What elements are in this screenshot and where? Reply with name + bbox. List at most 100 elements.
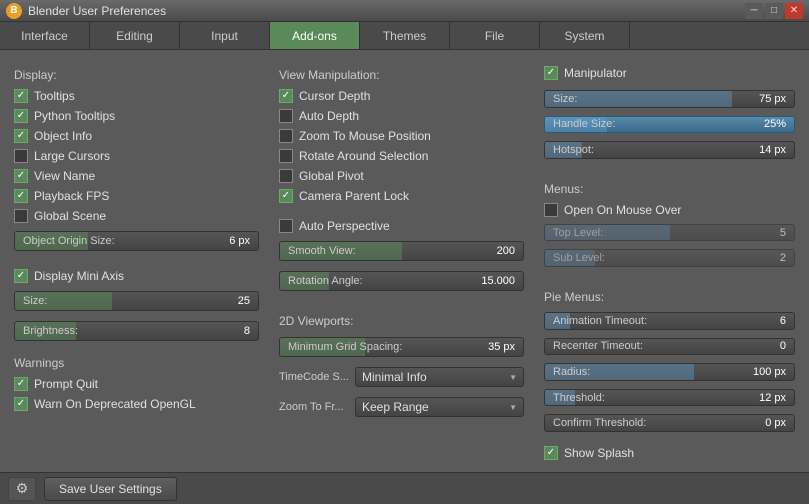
rotation-angle-row[interactable]: Rotation Angle: 15.000	[279, 271, 524, 291]
handle-size-slider[interactable]: Handle Size: 25%	[544, 116, 795, 134]
camera-parent-lock-row[interactable]: Camera Parent Lock	[279, 188, 524, 204]
auto-depth-checkbox[interactable]	[279, 109, 293, 123]
rotation-angle-slider[interactable]: Rotation Angle: 15.000	[279, 271, 524, 291]
zoom-to-fr-label: Zoom To Fr...	[279, 401, 349, 413]
tab-file[interactable]: File	[450, 22, 540, 49]
rotate-around-selection-checkbox[interactable]	[279, 149, 293, 163]
auto-depth-label: Auto Depth	[299, 109, 359, 123]
large-cursors-row[interactable]: Large Cursors	[14, 148, 259, 164]
timecode-dropdown[interactable]: Minimal Info ▼	[355, 367, 524, 387]
view-name-row[interactable]: View Name	[14, 168, 259, 184]
warn-deprecated-checkbox[interactable]	[14, 397, 28, 411]
python-tooltips-checkbox[interactable]	[14, 109, 28, 123]
warn-deprecated-label: Warn On Deprecated OpenGL	[34, 397, 196, 411]
show-splash-label: Show Splash	[564, 446, 634, 460]
tab-addons[interactable]: Add-ons	[270, 22, 360, 49]
tab-input[interactable]: Input	[180, 22, 270, 49]
prompt-quit-checkbox[interactable]	[14, 377, 28, 391]
viewports-2d-label: 2D Viewports:	[279, 314, 524, 328]
view-name-checkbox[interactable]	[14, 169, 28, 183]
confirm-threshold-slider[interactable]: Confirm Threshold: 0 px	[544, 414, 795, 432]
zoom-to-fr-row[interactable]: Zoom To Fr... Keep Range ▼	[279, 397, 524, 417]
manipulator-checkbox[interactable]	[544, 66, 558, 80]
info-icon: ⚙	[16, 480, 29, 497]
tab-themes[interactable]: Themes	[360, 22, 450, 49]
open-on-mouse-over-label: Open On Mouse Over	[564, 203, 681, 217]
brightness-slider[interactable]: Brightness: 8	[14, 321, 259, 341]
tooltips-row[interactable]: Tooltips	[14, 88, 259, 104]
brightness-row[interactable]: Brightness: 8	[14, 321, 259, 341]
auto-persp-row[interactable]: Auto Perspective	[279, 218, 524, 234]
object-origin-slider[interactable]: Object Origin Size: 6 px	[14, 231, 259, 251]
cursor-depth-row[interactable]: Cursor Depth	[279, 88, 524, 104]
timecode-arrow-icon: ▼	[509, 373, 517, 382]
title-bar: B Blender User Preferences ─ □ ✕	[0, 0, 809, 22]
object-info-checkbox[interactable]	[14, 129, 28, 143]
close-button[interactable]: ✕	[785, 3, 803, 19]
auto-persp-checkbox[interactable]	[279, 219, 293, 233]
open-on-mouse-over-row[interactable]: Open On Mouse Over	[544, 202, 795, 218]
zoom-to-fr-dropdown[interactable]: Keep Range ▼	[355, 397, 524, 417]
global-pivot-label: Global Pivot	[299, 169, 364, 183]
smooth-view-slider[interactable]: Smooth View: 200	[279, 241, 524, 261]
recenter-timeout-slider[interactable]: Recenter Timeout: 0	[544, 338, 795, 356]
tab-system[interactable]: System	[540, 22, 630, 49]
tab-interface[interactable]: Interface	[0, 22, 90, 49]
min-grid-row[interactable]: Minimum Grid Spacing: 35 px	[279, 337, 524, 357]
object-origin-row[interactable]: Object Origin Size: 6 px	[14, 231, 259, 251]
size-slider[interactable]: Size: 25	[14, 291, 259, 311]
warn-deprecated-row[interactable]: Warn On Deprecated OpenGL	[14, 396, 259, 412]
global-scene-row[interactable]: Global Scene	[14, 208, 259, 224]
prompt-quit-row[interactable]: Prompt Quit	[14, 376, 259, 392]
display-mini-axis-label: Display Mini Axis	[34, 269, 124, 283]
column-view: View Manipulation: Cursor Depth Auto Dep…	[279, 62, 524, 460]
save-button[interactable]: Save User Settings	[44, 477, 177, 501]
display-mini-axis-row[interactable]: Display Mini Axis	[14, 268, 259, 284]
rotate-around-selection-row[interactable]: Rotate Around Selection	[279, 148, 524, 164]
timecode-row[interactable]: TimeCode S... Minimal Info ▼	[279, 367, 524, 387]
top-level-slider[interactable]: Top Level: 5	[544, 224, 795, 242]
minimize-button[interactable]: ─	[745, 3, 763, 19]
global-pivot-checkbox[interactable]	[279, 169, 293, 183]
show-splash-checkbox[interactable]	[544, 446, 558, 460]
camera-parent-lock-label: Camera Parent Lock	[299, 189, 409, 203]
zoom-to-mouse-checkbox[interactable]	[279, 129, 293, 143]
object-info-row[interactable]: Object Info	[14, 128, 259, 144]
hotspot-slider[interactable]: Hotspot: 14 px	[544, 141, 795, 159]
manip-size-slider[interactable]: Size: 75 px	[544, 90, 795, 108]
open-on-mouse-over-checkbox[interactable]	[544, 203, 558, 217]
show-splash-row[interactable]: Show Splash	[544, 446, 795, 460]
tab-editing[interactable]: Editing	[90, 22, 180, 49]
maximize-button[interactable]: □	[765, 3, 783, 19]
python-tooltips-row[interactable]: Python Tooltips	[14, 108, 259, 124]
sub-level-slider[interactable]: Sub Level: 2	[544, 249, 795, 267]
global-scene-checkbox[interactable]	[14, 209, 28, 223]
zoom-to-fr-arrow-icon: ▼	[509, 403, 517, 412]
display-mini-axis-checkbox[interactable]	[14, 269, 28, 283]
playback-fps-label: Playback FPS	[34, 189, 109, 203]
large-cursors-checkbox[interactable]	[14, 149, 28, 163]
threshold-slider[interactable]: Threshold: 12 px	[544, 389, 795, 407]
playback-fps-checkbox[interactable]	[14, 189, 28, 203]
view-manip-label: View Manipulation:	[279, 68, 524, 82]
min-grid-slider[interactable]: Minimum Grid Spacing: 35 px	[279, 337, 524, 357]
auto-depth-row[interactable]: Auto Depth	[279, 108, 524, 124]
tooltips-checkbox[interactable]	[14, 89, 28, 103]
footer-icon-button[interactable]: ⚙	[8, 477, 36, 501]
cursor-depth-label: Cursor Depth	[299, 89, 370, 103]
radius-slider[interactable]: Radius: 100 px	[544, 363, 795, 381]
smooth-view-row[interactable]: Smooth View: 200	[279, 241, 524, 261]
size-row[interactable]: Size: 25	[14, 291, 259, 311]
timecode-label: TimeCode S...	[279, 371, 349, 383]
title-bar-title: Blender User Preferences	[28, 4, 745, 18]
global-pivot-row[interactable]: Global Pivot	[279, 168, 524, 184]
zoom-to-mouse-row[interactable]: Zoom To Mouse Position	[279, 128, 524, 144]
cursor-depth-checkbox[interactable]	[279, 89, 293, 103]
animation-timeout-slider[interactable]: Animation Timeout: 6	[544, 312, 795, 330]
pie-menus-label: Pie Menus:	[544, 290, 795, 304]
zoom-to-mouse-label: Zoom To Mouse Position	[299, 129, 431, 143]
window-controls: ─ □ ✕	[745, 3, 803, 19]
main-content: Display: Tooltips Python Tooltips Object…	[0, 50, 809, 472]
camera-parent-lock-checkbox[interactable]	[279, 189, 293, 203]
playback-fps-row[interactable]: Playback FPS	[14, 188, 259, 204]
